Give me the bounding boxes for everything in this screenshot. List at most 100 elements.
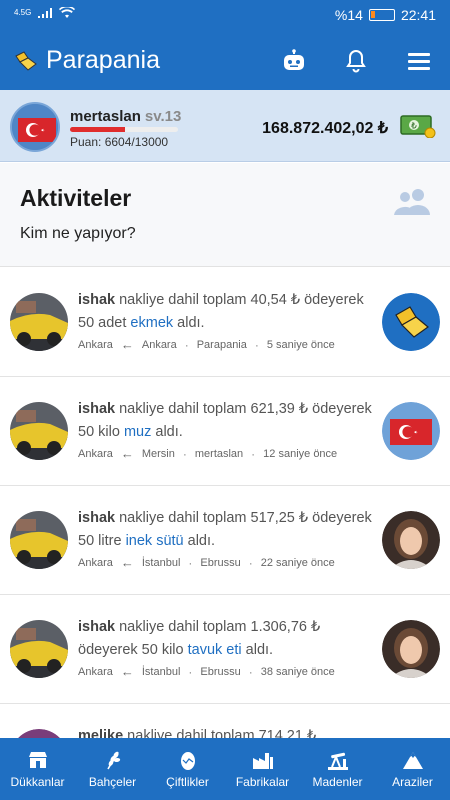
separator-dot: · [248, 664, 253, 679]
page-subtitle: Kim ne yapıyor? [20, 225, 136, 242]
app-title: Parapania [46, 46, 160, 74]
buyer-car-photo [10, 511, 68, 569]
seller-city: Mersin [141, 447, 175, 460]
oil-pump-icon [327, 752, 348, 770]
arrow-left-icon: ← [120, 337, 134, 352]
activity-text: ishak nakliye dahil toplam 517,25 ₺ ödey… [78, 507, 374, 553]
menu-button[interactable] [404, 46, 434, 76]
app-bar: Parapania [0, 32, 450, 90]
xp-progress-bar [70, 127, 178, 132]
buyer-name[interactable]: ishak [78, 292, 115, 308]
timestamp: 38 saniye önce [260, 665, 335, 678]
seller-city: İstanbul [141, 665, 181, 678]
activity-feed[interactable]: ishak nakliye dahil toplam 40,54 ₺ ödeye… [0, 268, 450, 738]
seller-avatar[interactable] [382, 402, 440, 460]
list-item[interactable]: ishak nakliye dahil toplam 621,39 ₺ ödey… [0, 377, 450, 486]
product-link[interactable]: muz [124, 424, 151, 440]
separator-dot: · [184, 337, 189, 352]
buyer-name[interactable]: ishak [78, 510, 115, 526]
nav-item-madenler[interactable]: Madenler [300, 738, 375, 800]
product-link[interactable]: ekmek [130, 315, 173, 331]
list-item[interactable]: melike nakliye dahil toplam 714,21 ₺ [0, 704, 450, 738]
buyer-city: Ankara [78, 556, 113, 569]
seller-name[interactable]: Ebrussu [200, 666, 240, 678]
nav-label: Fabrikalar [235, 775, 290, 789]
wifi-icon [59, 7, 76, 18]
activity-text: ishak nakliye dahil toplam 621,39 ₺ ödey… [78, 398, 374, 444]
buyer-avatar[interactable] [10, 402, 68, 460]
buyer-avatar[interactable] [10, 293, 68, 351]
notifications-button[interactable] [341, 46, 371, 76]
username-line: mertaslan sv.13 [70, 108, 181, 125]
xp-progress-fill [70, 127, 126, 132]
hamburger-menu-icon [408, 53, 430, 70]
user-points: Puan: 6604/13000 [70, 135, 169, 149]
separator-dot: · [182, 446, 187, 461]
activity-description: nakliye dahil toplam 40,54 ₺ ödeyerek 50… [78, 292, 364, 331]
svg-text:₺: ₺ [411, 122, 417, 132]
factory-icon [252, 753, 273, 769]
nav-label: Dükkanlar [10, 775, 65, 789]
seller-avatar[interactable] [382, 293, 440, 351]
profile-strip[interactable]: mertaslan sv.13 Puan: 6604/13000 168.872.… [0, 90, 450, 162]
robot-button[interactable] [279, 46, 309, 76]
flag-avatar-image [12, 104, 58, 150]
activity-text: ishak nakliye dahil toplam 40,54 ₺ ödeye… [78, 289, 374, 335]
app-logo-icon [15, 50, 37, 71]
seller-name[interactable]: mertaslan [195, 448, 243, 460]
signal-icon [38, 8, 53, 18]
nav-item-bahceler[interactable]: Bahçeler [75, 738, 150, 800]
nav-item-ciftlikler[interactable]: Çiftlikler [150, 738, 225, 800]
buyer-name[interactable]: melike [78, 728, 123, 738]
buyer-name[interactable]: ishak [78, 401, 115, 417]
timestamp: 22 saniye önce [260, 556, 335, 569]
money-wallet-icon[interactable]: ₺ [400, 114, 436, 138]
seller-city: İstanbul [141, 556, 181, 569]
nav-item-dukkanlar[interactable]: Dükkanlar [0, 738, 75, 800]
buyer-avatar[interactable] [10, 729, 68, 738]
nav-label: Araziler [392, 775, 433, 789]
egg-icon [180, 752, 195, 770]
parapania-logo-avatar [382, 293, 440, 351]
seller-avatar[interactable] [382, 620, 440, 678]
nav-label: Bahçeler [88, 775, 137, 789]
nav-item-fabrikalar[interactable]: Fabrikalar [225, 738, 300, 800]
seller-city: Ankara [141, 338, 177, 351]
bottom-nav: Dükkanlar Bahçeler Çiftlikler Fabrikalar [0, 738, 450, 800]
activity-suffix: aldı. [241, 642, 274, 658]
flag-avatar-image [382, 402, 440, 460]
activity-description: nakliye dahil toplam 621,39 ₺ ödeyerek 5… [78, 401, 372, 440]
seller-name[interactable]: Ebrussu [200, 557, 240, 569]
product-link[interactable]: tavuk eti [188, 642, 242, 658]
buyer-city: Ankara [78, 338, 113, 351]
list-item[interactable]: ishak nakliye dahil toplam 1.306,76 ₺ öd… [0, 595, 450, 704]
buyer-avatar[interactable] [10, 511, 68, 569]
activity-text: ishak nakliye dahil toplam 1.306,76 ₺ öd… [78, 616, 374, 662]
list-item[interactable]: ishak nakliye dahil toplam 517,25 ₺ ödey… [0, 486, 450, 595]
separator-dot: · [188, 555, 193, 570]
activity-suffix: aldı. [151, 424, 183, 440]
activity-suffix: aldı. [183, 533, 216, 549]
seller-avatar[interactable] [382, 511, 440, 569]
users-icon [394, 189, 430, 215]
seller-name[interactable]: Parapania [197, 339, 247, 351]
arrow-left-icon: ← [120, 446, 134, 461]
product-link[interactable]: inek sütü [126, 533, 184, 549]
buyer-name[interactable]: ishak [78, 619, 115, 635]
arrow-left-icon: ← [120, 664, 134, 679]
network-indicator: 4.5G [14, 8, 32, 17]
activity-meta: Ankara ← Mersin · mertaslan · 12 saniye … [78, 446, 337, 461]
buyer-city: Ankara [78, 665, 113, 678]
clock: 22:41 [400, 7, 436, 23]
buyer-avatar[interactable] [10, 620, 68, 678]
separator-dot: · [251, 446, 256, 461]
balance: 168.872.402,02 ₺ [262, 120, 388, 137]
list-item[interactable]: ishak nakliye dahil toplam 40,54 ₺ ödeye… [0, 268, 450, 377]
nav-item-araziler[interactable]: Araziler [375, 738, 450, 800]
mountain-icon [402, 752, 423, 769]
brand[interactable]: Parapania [14, 46, 160, 75]
activity-meta: Ankara ← İstanbul · Ebrussu · 22 saniye … [78, 555, 335, 570]
page-title: Aktiviteler [20, 185, 132, 211]
activity-meta: Ankara ← Ankara · Parapania · 5 saniye ö… [78, 337, 335, 352]
avatar[interactable] [10, 102, 60, 152]
